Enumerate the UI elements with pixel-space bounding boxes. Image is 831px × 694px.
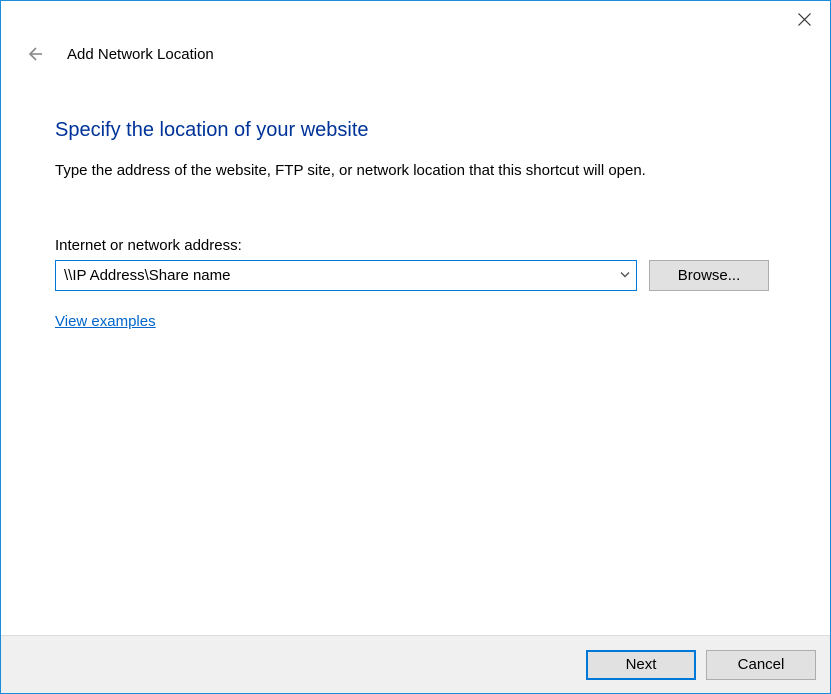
cancel-button[interactable]: Cancel bbox=[706, 650, 816, 680]
address-combobox[interactable] bbox=[55, 260, 637, 291]
close-icon bbox=[798, 13, 811, 26]
wizard-content: Specify the location of your website Typ… bbox=[1, 71, 830, 330]
instruction-text: Type the address of the website, FTP sit… bbox=[55, 162, 776, 179]
wizard-header: Add Network Location bbox=[1, 37, 830, 71]
close-button[interactable] bbox=[792, 7, 816, 31]
titlebar bbox=[1, 1, 830, 37]
address-input[interactable] bbox=[55, 260, 637, 291]
wizard-title: Add Network Location bbox=[67, 46, 214, 63]
browse-button[interactable]: Browse... bbox=[649, 260, 769, 291]
back-button[interactable] bbox=[23, 43, 45, 65]
page-heading: Specify the location of your website bbox=[55, 119, 776, 142]
view-examples-link[interactable]: View examples bbox=[55, 313, 156, 330]
arrow-left-icon bbox=[25, 45, 43, 63]
next-button[interactable]: Next bbox=[586, 650, 696, 680]
address-input-row: Browse... bbox=[55, 260, 776, 291]
address-label: Internet or network address: bbox=[55, 237, 776, 254]
wizard-footer: Next Cancel bbox=[1, 635, 830, 693]
